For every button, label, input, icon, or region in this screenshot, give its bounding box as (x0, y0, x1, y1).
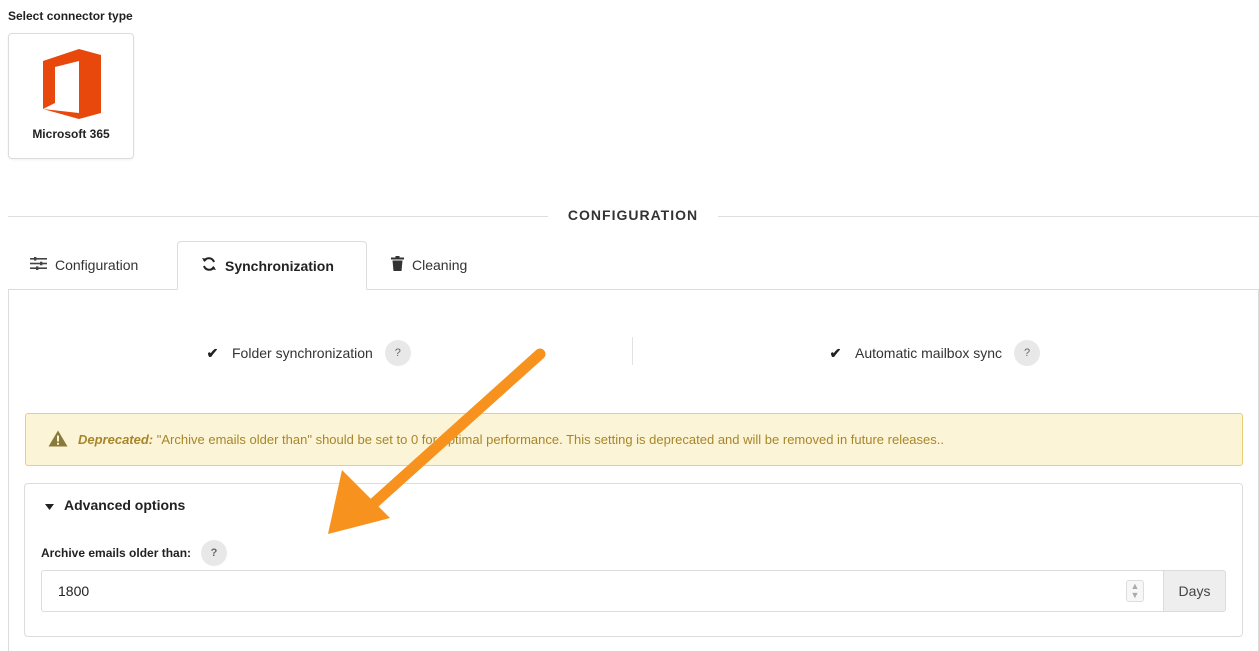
folder-sync-checkbox[interactable]: ✔ (205, 345, 220, 361)
mailbox-sync-option[interactable]: ✔ Automatic mailbox sync ? (828, 340, 1041, 366)
divider-line-right (718, 216, 1259, 217)
deprecation-warning: Deprecated: "Archive emails older than" … (25, 413, 1243, 466)
divider-line-left (8, 216, 548, 217)
tab-cleaning-label: Cleaning (412, 257, 468, 273)
days-unit-addon: Days (1163, 570, 1226, 612)
mailbox-sync-help-icon[interactable]: ? (1014, 340, 1041, 366)
configuration-heading: CONFIGURATION (548, 207, 718, 223)
warning-message: "Archive emails older than" should be se… (156, 432, 944, 447)
archive-field-label: Archive emails older than: (41, 546, 192, 560)
number-spinner-icon[interactable]: ▲ ▼ (1126, 580, 1144, 602)
tab-configuration[interactable]: Configuration (30, 241, 138, 289)
options-separator (632, 337, 633, 365)
archive-help-icon[interactable]: ? (201, 540, 228, 566)
tab-configuration-label: Configuration (55, 257, 139, 273)
connector-name: Microsoft 365 (32, 127, 110, 141)
tab-synchronization-label: Synchronization (225, 257, 334, 274)
tab-cleaning[interactable]: Cleaning (391, 241, 467, 289)
trash-icon (391, 256, 404, 274)
advanced-options-toggle[interactable]: Advanced options (45, 497, 185, 513)
archive-days-input[interactable] (41, 570, 1163, 612)
folder-sync-label: Folder synchronization (232, 345, 373, 361)
sync-icon (201, 256, 217, 275)
warning-icon (48, 430, 68, 450)
office-logo-icon (41, 47, 103, 124)
caret-down-icon (45, 497, 54, 513)
connector-card-microsoft-365[interactable]: Microsoft 365 (8, 33, 134, 159)
advanced-options-title: Advanced options (64, 497, 186, 513)
folder-sync-option[interactable]: ✔ Folder synchronization ? (205, 340, 411, 366)
archive-field-label-row: Archive emails older than: ? (41, 540, 228, 566)
connector-section-label: Select connector type (8, 9, 133, 23)
mailbox-sync-checkbox[interactable]: ✔ (828, 345, 843, 361)
mailbox-sync-label: Automatic mailbox sync (855, 345, 1003, 361)
folder-sync-help-icon[interactable]: ? (384, 340, 411, 366)
tab-synchronization[interactable]: Synchronization (177, 241, 367, 290)
warning-prefix: Deprecated: (78, 432, 154, 447)
sliders-icon (30, 257, 47, 273)
